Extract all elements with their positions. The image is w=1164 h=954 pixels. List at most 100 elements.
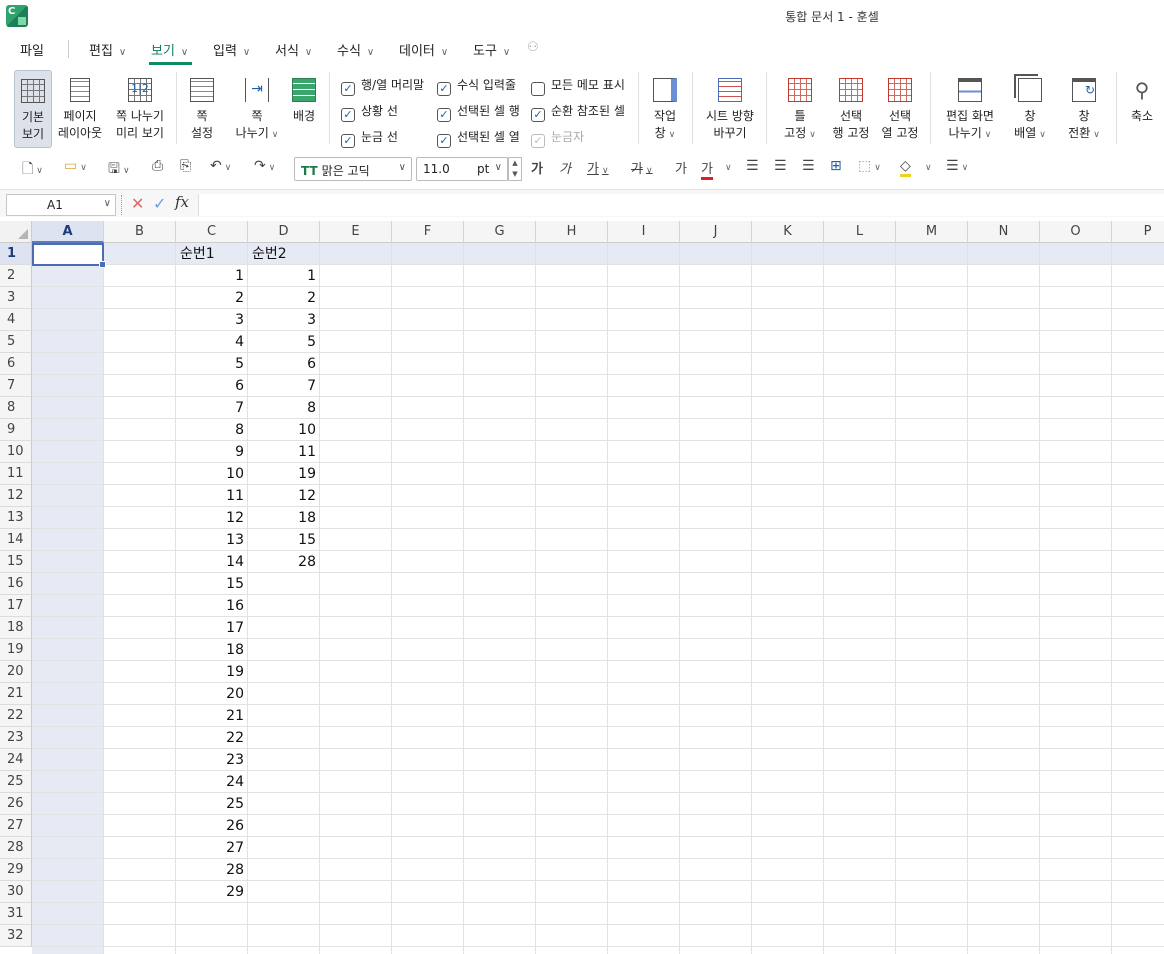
column-header[interactable]: N	[968, 221, 1040, 243]
column-header[interactable]: O	[1040, 221, 1112, 243]
row-header[interactable]: 27	[0, 815, 32, 837]
menu-data[interactable]: 데이터 ∨	[399, 40, 448, 59]
merge-cells-icon[interactable]: ⊞	[830, 158, 842, 174]
menu-view[interactable]: 보기 ∨	[148, 40, 193, 65]
cell-c1-header[interactable]: 순번1	[176, 243, 248, 265]
formula-input[interactable]	[198, 194, 1164, 216]
column-header[interactable]: J	[680, 221, 752, 243]
menu-insert[interactable]: 입력 ∨	[213, 40, 250, 59]
cell-c[interactable]: 26	[176, 815, 248, 837]
column-header[interactable]: P	[1112, 221, 1164, 243]
cell-c[interactable]: 12	[176, 507, 248, 529]
check-row-col-headers[interactable]: ✓ 행/열 머리말	[341, 76, 424, 96]
cell-c[interactable]: 5	[176, 353, 248, 375]
row-header[interactable]: 4	[0, 309, 32, 331]
confirm-icon[interactable]: ✓	[153, 194, 166, 213]
font-color-dropdown[interactable]: ∨	[722, 158, 732, 174]
cell-c[interactable]: 16	[176, 595, 248, 617]
row-header[interactable]: 16	[0, 573, 32, 595]
fill-color-dropdown[interactable]: ∨	[922, 158, 932, 174]
active-cell[interactable]	[32, 243, 106, 268]
column-header[interactable]: H	[536, 221, 608, 243]
cell-c[interactable]: 27	[176, 837, 248, 859]
sheet-direction-button[interactable]: 시트 방향 바꾸기	[702, 70, 758, 148]
cell-c[interactable]: 17	[176, 617, 248, 639]
column-header[interactable]: I	[608, 221, 680, 243]
cell-d[interactable]: 15	[248, 529, 320, 551]
cell-c[interactable]: 28	[176, 859, 248, 881]
background-button[interactable]: 배경	[288, 70, 320, 148]
row-header[interactable]: 24	[0, 749, 32, 771]
cell-c[interactable]: 29	[176, 881, 248, 903]
column-header[interactable]: B	[104, 221, 176, 243]
menu-formula[interactable]: 수식 ∨	[337, 40, 374, 59]
check-status-bar[interactable]: ✓ 상황 선	[341, 102, 398, 122]
cell-d[interactable]: 19	[248, 463, 320, 485]
row-header[interactable]: 28	[0, 837, 32, 859]
column-header[interactable]: A	[32, 221, 104, 243]
row-header[interactable]: 15	[0, 551, 32, 573]
basic-view-button[interactable]: 기본 보기	[14, 70, 52, 148]
row-header[interactable]: 6	[0, 353, 32, 375]
cell-d[interactable]: 12	[248, 485, 320, 507]
row-header[interactable]: 13	[0, 507, 32, 529]
cell-c[interactable]: 15	[176, 573, 248, 595]
page-break-button[interactable]: ⇥ 쪽 나누기 ∨	[232, 70, 282, 148]
row-header[interactable]: 14	[0, 529, 32, 551]
cell-d[interactable]: 18	[248, 507, 320, 529]
cell-d[interactable]: 8	[248, 397, 320, 419]
cell-c[interactable]: 11	[176, 485, 248, 507]
column-header[interactable]: C	[176, 221, 248, 243]
arrange-windows-button[interactable]: 창 배열 ∨	[1010, 70, 1050, 148]
menu-edit[interactable]: 편집 ∨	[89, 40, 126, 59]
border-icon[interactable]: ⬚ ∨	[858, 158, 881, 174]
freeze-row-button[interactable]: 선택 행 고정	[830, 70, 872, 148]
row-header[interactable]: 23	[0, 727, 32, 749]
row-header[interactable]: 17	[0, 595, 32, 617]
cell-c[interactable]: 6	[176, 375, 248, 397]
function-icon[interactable]: fx	[175, 193, 189, 211]
row-header[interactable]: 19	[0, 639, 32, 661]
row-header[interactable]: 31	[0, 903, 32, 925]
row-header[interactable]: 21	[0, 683, 32, 705]
cell-c[interactable]: 24	[176, 771, 248, 793]
row-header[interactable]: 29	[0, 859, 32, 881]
page-layout-button[interactable]: 페이지 레이아웃	[56, 70, 104, 148]
cell-c[interactable]: 9	[176, 441, 248, 463]
cell-c[interactable]: 18	[176, 639, 248, 661]
bold-button[interactable]: 가	[531, 158, 543, 177]
row-header[interactable]: 32	[0, 925, 32, 947]
cell-c[interactable]: 22	[176, 727, 248, 749]
cell-d[interactable]: 7	[248, 375, 320, 397]
row-header[interactable]: 9	[0, 419, 32, 441]
cell-d[interactable]: 1	[248, 265, 320, 287]
row-header[interactable]: 5	[0, 331, 32, 353]
page-break-preview-button[interactable]: 1|2 쪽 나누기 미리 보기	[110, 70, 170, 148]
cell-c[interactable]: 1	[176, 265, 248, 287]
cell-c[interactable]: 20	[176, 683, 248, 705]
name-box[interactable]: A1 ∨	[6, 194, 116, 216]
row-header[interactable]: 11	[0, 463, 32, 485]
switch-window-button[interactable]: ↻ 창 전환 ∨	[1062, 70, 1106, 148]
column-header[interactable]: F	[392, 221, 464, 243]
row-header[interactable]: 26	[0, 793, 32, 815]
column-header[interactable]: D	[248, 221, 320, 243]
column-header[interactable]: G	[464, 221, 536, 243]
cell-d[interactable]: 28	[248, 551, 320, 573]
zoom-out-button[interactable]: ⚲ 축소	[1124, 70, 1160, 148]
check-gridlines[interactable]: ✓ 눈금 선	[341, 128, 398, 148]
check-formula-bar[interactable]: ✓ 수식 입력줄	[437, 76, 516, 96]
font-color-button[interactable]: 가	[701, 158, 713, 180]
cell-d[interactable]: 6	[248, 353, 320, 375]
cell-c[interactable]: 3	[176, 309, 248, 331]
cell-c[interactable]: 4	[176, 331, 248, 353]
row-header[interactable]: 7	[0, 375, 32, 397]
column-header[interactable]: E	[320, 221, 392, 243]
sheet-grid[interactable]: 1 2 3 4 5 6 7 8 9 10 11 12 13 14 15 16 17 18 19 20 21 22 23 24 2…	[0, 221, 1164, 954]
shadow-button[interactable]: 가	[675, 158, 687, 177]
column-header[interactable]: L	[824, 221, 896, 243]
cell-c[interactable]: 25	[176, 793, 248, 815]
freeze-col-button[interactable]: 선택 열 고정	[878, 70, 922, 148]
menu-file[interactable]: 파일	[20, 40, 44, 59]
align-center-icon[interactable]: ☰	[774, 158, 787, 174]
